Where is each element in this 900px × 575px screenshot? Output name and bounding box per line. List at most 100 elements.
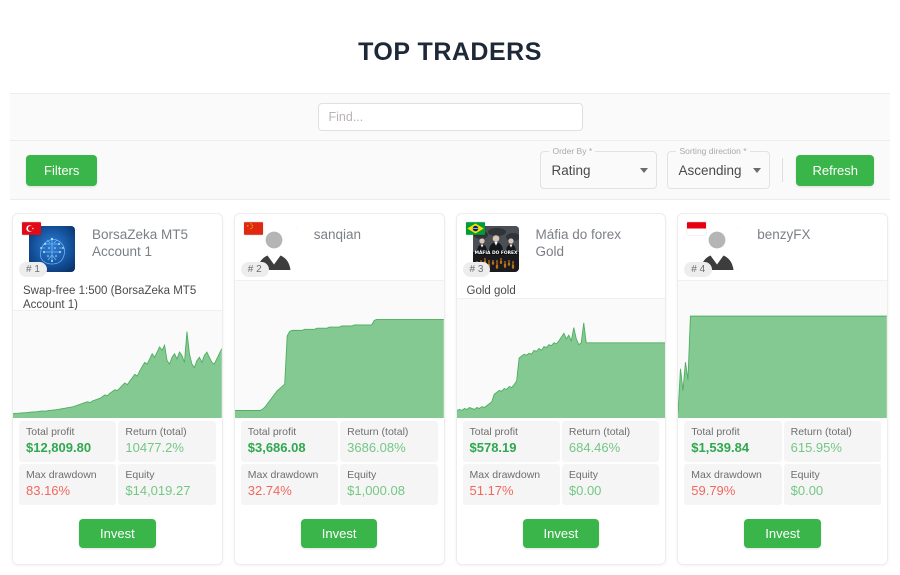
trader-name[interactable]: sanqian: [300, 222, 436, 275]
stat-label: Max drawdown: [469, 469, 541, 481]
avatar-wrapper: # 4: [684, 222, 743, 277]
turkey-flag: [22, 222, 41, 235]
avatar-wrapper: # 2: [240, 222, 300, 277]
card-footer: Invest: [678, 505, 887, 564]
equity-chart: [678, 279, 887, 418]
stat-return-total: Return (total) 10477.2%: [118, 421, 216, 462]
stat-max-drawdown: Max drawdown 59.79%: [684, 464, 782, 505]
toolbar-divider: [782, 158, 784, 182]
stat-label: Return (total): [790, 426, 852, 438]
stat-label: Return (total): [347, 426, 409, 438]
stat-value: 615.95%: [790, 440, 842, 455]
stat-max-drawdown: Max drawdown 32.74%: [240, 464, 339, 505]
stat-value: $578.19: [469, 440, 517, 455]
stat-label: Return (total): [568, 426, 631, 438]
trader-card[interactable]: # 2 sanqian Total profit $3,686.08 Return (t…: [233, 213, 445, 565]
invest-button[interactable]: Invest: [300, 519, 378, 548]
stat-label: Equity: [568, 469, 599, 481]
rank-badge: # 2: [240, 262, 269, 277]
search-row: [10, 94, 890, 141]
card-header-top: # 4 benzyFX: [684, 222, 879, 277]
stat-value: 59.79%: [691, 483, 736, 498]
stat-value: 32.74%: [247, 483, 292, 498]
card-footer: Invest: [234, 505, 444, 564]
controls-row: Filters Order By * Rating Sorting direct…: [10, 141, 890, 199]
stat-value: 3686.08%: [347, 440, 406, 455]
order-by-select[interactable]: Order By * Rating: [540, 146, 658, 189]
sorting-direction-label: Sorting direction *: [676, 146, 750, 156]
toolbar-panel: Filters Order By * Rating Sorting direct…: [10, 93, 890, 200]
stat-value: $0.00: [790, 483, 824, 498]
card-header: # 2 sanqian: [235, 214, 444, 280]
stat-value: $1,000.08: [347, 483, 405, 498]
stat-value: 10477.2%: [125, 440, 184, 455]
stat-value: $0.00: [568, 483, 602, 498]
stat-label: Max drawdown: [26, 469, 97, 481]
stat-label: Max drawdown: [247, 469, 319, 481]
stat-return-total: Return (total) 3686.08%: [340, 421, 438, 462]
stat-label: Equity: [790, 469, 820, 481]
stat-total-profit: Total profit $3,686.08: [240, 421, 339, 462]
avatar-wrapper: # 1: [19, 222, 78, 277]
stat-label: Equity: [125, 469, 155, 481]
trader-card[interactable]: MÁFIA DO FOREX # 3 Máfia do forex Gold Gold…: [455, 213, 667, 565]
stat-value: 51.17%: [469, 483, 514, 498]
china-flag: [243, 222, 263, 235]
avatar-wrapper: MÁFIA DO FOREX # 3: [462, 222, 522, 277]
stat-value: 83.16%: [26, 483, 71, 498]
stat-label: Total profit: [247, 426, 297, 438]
trader-name[interactable]: BorsaZeka MT5 Account 1: [78, 222, 214, 275]
top-traders-page: TOP TRADERS Filters Order By * Rating So…: [0, 0, 900, 575]
card-description: Swap-free 1:500 (BorsaZeka MT5 Account 1…: [23, 285, 197, 311]
stat-label: Total profit: [26, 426, 75, 438]
card-header: # 4 benzyFX: [678, 214, 887, 280]
chevron-down-icon: [753, 167, 762, 173]
trader-card[interactable]: # 1 BorsaZeka MT5 Account 1 Swap-free 1:50…: [12, 213, 223, 565]
invest-button[interactable]: Invest: [522, 519, 600, 548]
stat-total-profit: Total profit $1,539.84: [684, 421, 782, 462]
stat-equity: Equity $14,019.27: [118, 464, 216, 505]
card-header: MÁFIA DO FOREX # 3 Máfia do forex Gold Gold…: [457, 214, 666, 298]
brazil-flag: [465, 222, 485, 235]
stats-grid: Total profit $12,809.80 Return (total) 1047…: [13, 418, 222, 505]
stat-return-total: Return (total) 615.95%: [783, 421, 881, 462]
equity-chart: [234, 279, 444, 418]
stat-equity: Equity $0.00: [561, 464, 660, 505]
stat-return-total: Return (total) 684.46%: [561, 421, 660, 462]
stats-grid: Total profit $1,539.84 Return (total) 615.9…: [678, 418, 887, 505]
svg-text:MÁFIA DO FOREX: MÁFIA DO FOREX: [474, 249, 517, 256]
card-footer: Invest: [456, 505, 666, 564]
order-by-label: Order By *: [549, 146, 596, 156]
card-footer: Invest: [13, 505, 222, 564]
chevron-down-icon: [640, 167, 649, 173]
rank-badge: # 4: [684, 262, 713, 277]
trader-card[interactable]: # 4 benzyFX Total profit $1,539.84 Return (t…: [677, 213, 888, 565]
filters-button[interactable]: Filters: [26, 154, 98, 186]
trader-name[interactable]: benzyFX: [743, 222, 879, 275]
refresh-button[interactable]: Refresh: [796, 154, 874, 186]
stat-max-drawdown: Max drawdown 51.17%: [462, 464, 560, 505]
card-description: Gold gold: [466, 285, 516, 297]
stat-label: Total profit: [691, 426, 740, 438]
sorting-direction-select[interactable]: Sorting direction * Ascending: [667, 146, 771, 189]
search-input[interactable]: [317, 103, 583, 131]
rank-badge: # 3: [462, 262, 491, 277]
invest-button[interactable]: Invest: [744, 519, 821, 548]
stat-value: $1,539.84: [691, 440, 750, 455]
card-header-top: MÁFIA DO FOREX # 3 Máfia do forex Gold: [462, 222, 658, 277]
stat-total-profit: Total profit $578.19: [462, 421, 560, 462]
stat-label: Return (total): [125, 426, 187, 438]
equity-chart: [13, 310, 222, 418]
stat-value: $3,686.08: [247, 440, 306, 455]
stat-equity: Equity $0.00: [783, 464, 881, 505]
stat-equity: Equity $1,000.08: [340, 464, 438, 505]
equity-chart: [456, 298, 666, 418]
card-header-top: # 2 sanqian: [240, 222, 436, 277]
stat-max-drawdown: Max drawdown 83.16%: [19, 464, 117, 505]
stat-label: Max drawdown: [691, 469, 762, 481]
stat-label: Equity: [347, 469, 377, 481]
invest-button[interactable]: Invest: [79, 519, 156, 548]
card-header-top: # 1 BorsaZeka MT5 Account 1: [19, 222, 214, 277]
stats-grid: Total profit $578.19 Return (total) 684.46%…: [456, 418, 666, 505]
trader-name[interactable]: Máfia do forex Gold: [522, 222, 658, 275]
